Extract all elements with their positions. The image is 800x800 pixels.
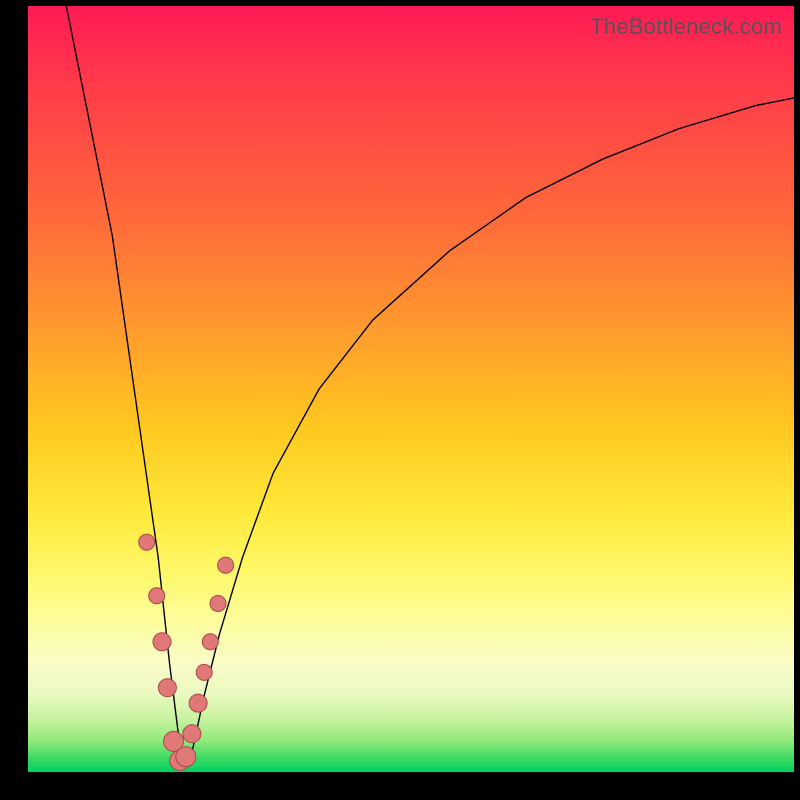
- bottleneck-curve: [66, 6, 794, 757]
- highlight-dots: [139, 534, 234, 770]
- highlight-dot: [202, 634, 218, 650]
- highlight-dot: [183, 725, 201, 743]
- plot-area: TheBottleneck.com: [28, 6, 794, 772]
- highlight-dot: [189, 694, 207, 712]
- highlight-dot: [176, 747, 196, 767]
- bottleneck-curve-svg: [28, 6, 794, 772]
- highlight-dot: [153, 633, 171, 651]
- highlight-dot: [158, 679, 176, 697]
- highlight-dot: [218, 557, 234, 573]
- highlight-dot: [196, 664, 212, 680]
- highlight-dot: [139, 534, 155, 550]
- highlight-dot: [210, 596, 226, 612]
- chart-frame: TheBottleneck.com: [0, 0, 800, 800]
- highlight-dot: [149, 588, 165, 604]
